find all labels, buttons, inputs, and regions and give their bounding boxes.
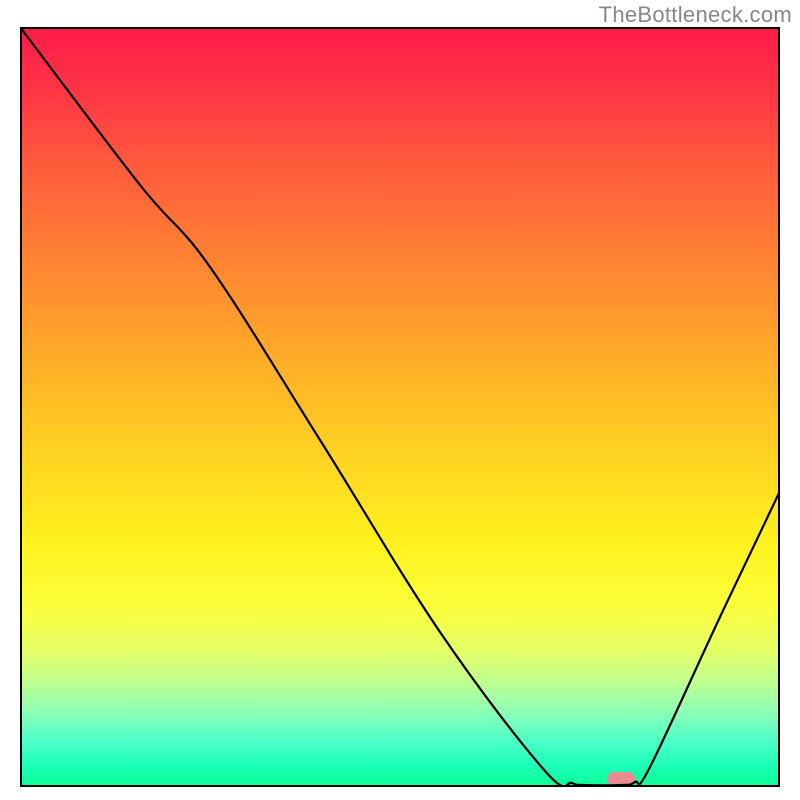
- watermark-text: TheBottleneck.com: [599, 2, 792, 28]
- optimum-marker: [607, 772, 635, 786]
- plot-gradient-background: [20, 27, 780, 787]
- chart-container: TheBottleneck.com: [0, 0, 800, 800]
